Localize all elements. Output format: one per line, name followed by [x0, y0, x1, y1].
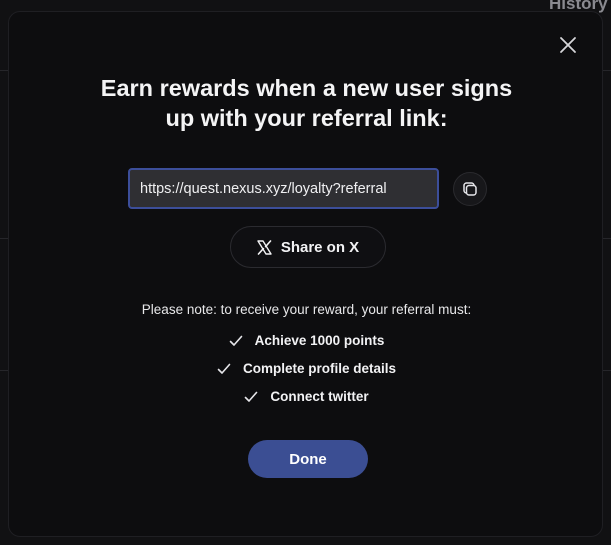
share-on-x-label: Share on X [280, 238, 360, 256]
requirement-item: Connect twitter [9, 389, 604, 404]
referral-modal: Earn rewards when a new user signs up wi… [8, 11, 603, 537]
referral-link-input[interactable] [128, 168, 439, 209]
check-icon [244, 391, 258, 403]
copy-link-button[interactable] [453, 172, 487, 206]
share-on-x-button[interactable]: Share on X [230, 226, 386, 268]
x-logo-icon [257, 239, 272, 255]
modal-title-line: Earn rewards when a new user signs [100, 75, 513, 101]
modal-title-line: up with your referral link: [165, 105, 448, 131]
check-icon [217, 363, 231, 375]
copy-icon [463, 182, 477, 196]
done-button[interactable]: Done [248, 440, 368, 478]
check-icon [229, 335, 243, 347]
requirement-label: Complete profile details [242, 361, 397, 376]
requirement-item: Complete profile details [9, 361, 604, 376]
modal-title: Earn rewards when a new user signs up wi… [9, 73, 604, 133]
requirement-label: Achieve 1000 points [254, 333, 385, 348]
close-button[interactable] [557, 34, 579, 56]
requirement-item: Achieve 1000 points [9, 333, 604, 348]
requirement-label: Connect twitter [270, 389, 369, 404]
close-icon [560, 37, 576, 53]
requirements-note: Please note: to receive your reward, you… [141, 302, 472, 317]
